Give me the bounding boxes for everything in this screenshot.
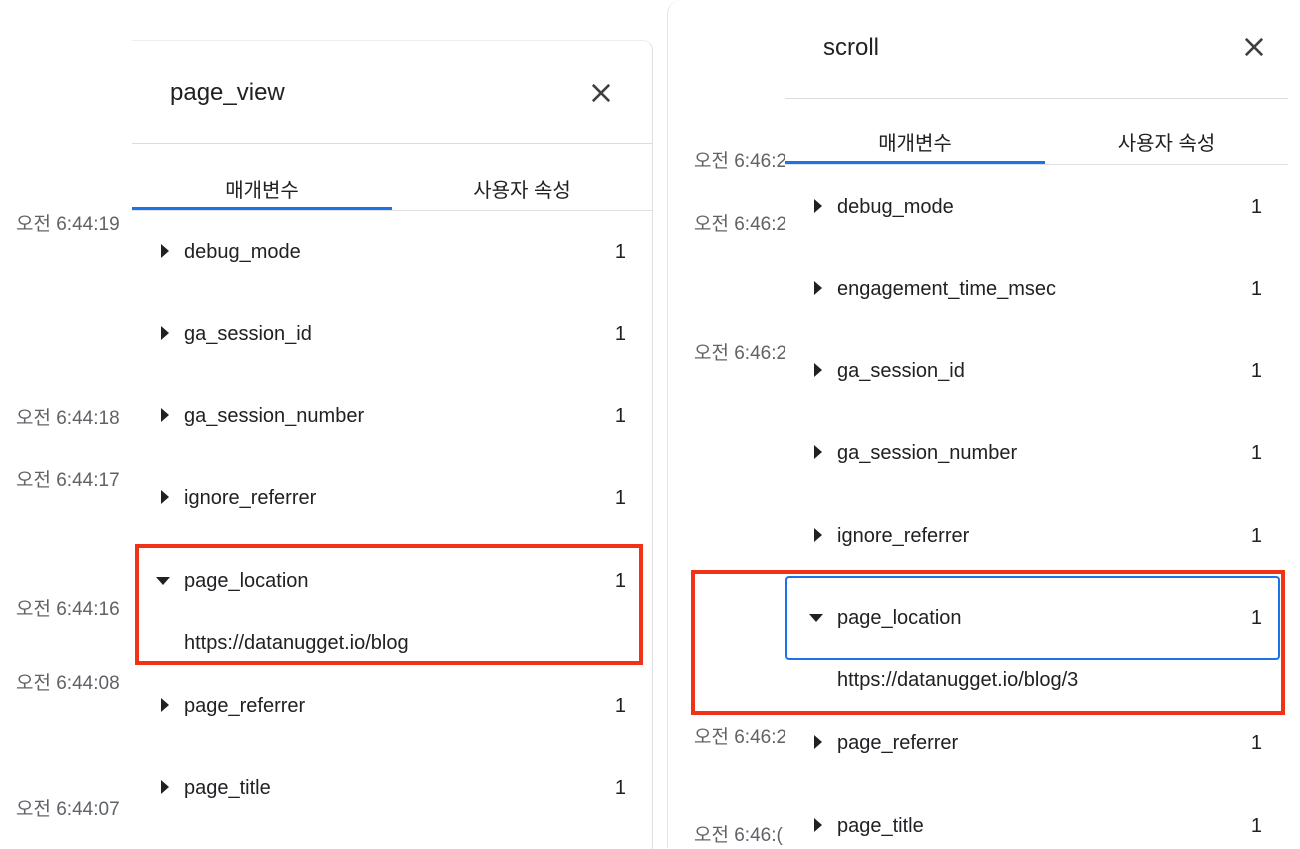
param-name: ga_session_id [184,323,312,345]
param-row-ignore-referrer[interactable]: ignore_referrer 1 [785,515,1288,555]
param-count: 1 [614,487,626,509]
param-name: debug_mode [184,241,301,263]
timestamp: 오전 6:46:2 [694,343,785,364]
param-name: page_referrer [184,695,306,717]
caret-right-icon [811,361,825,379]
active-tab-indicator [785,161,1045,164]
header-divider [132,143,652,144]
param-name: debug_mode [837,196,954,218]
tab-parameters[interactable]: 매개변수 [132,174,392,203]
panel-edge [667,0,684,848]
timestamp: 오전 6:44:18 [16,408,120,429]
timestamp: 오전 6:44:17 [16,470,120,491]
param-count: 1 [1250,360,1262,382]
caret-right-icon [158,778,172,796]
close-icon[interactable] [587,79,615,107]
param-count: 1 [1250,732,1262,754]
param-count: 1 [1250,815,1262,837]
param-name: engagement_time_msec [837,278,1057,300]
caret-right-icon [158,242,172,260]
param-name: ignore_referrer [184,487,317,509]
param-count: 1 [1250,196,1262,218]
timestamp: 오전 6:44:19 [16,214,120,235]
param-count: 1 [614,777,626,799]
timestamp: 오전 6:46:2 [694,151,785,172]
caret-right-icon [811,526,825,544]
param-name: ignore_referrer [837,525,970,547]
param-row-page-referrer[interactable]: page_referrer 1 [132,685,652,725]
param-count: 1 [1250,442,1262,464]
param-row-ignore-referrer[interactable]: ignore_referrer 1 [132,477,652,517]
caret-right-icon [811,733,825,751]
caret-right-icon [811,279,825,297]
caret-right-icon [158,406,172,424]
tab-user-properties[interactable]: 사용자 속성 [392,174,652,203]
param-row-debug-mode[interactable]: debug_mode 1 [785,186,1288,226]
param-row-ga-session-number[interactable]: ga_session_number 1 [132,395,652,435]
active-tab-indicator [132,207,392,210]
param-count: 1 [614,323,626,345]
header-divider [785,98,1288,99]
tabs-border [785,164,1288,165]
tab-user-properties[interactable]: 사용자 속성 [1045,127,1288,156]
param-row-page-title[interactable]: page_title 1 [785,805,1288,845]
caret-right-icon [811,816,825,834]
panel-title: page_view [170,79,285,106]
caret-right-icon [811,197,825,215]
tabs-border [132,210,652,211]
param-name: ga_session_number [837,442,1018,464]
event-detail-panel-scroll: scroll 매개변수 사용자 속성 debug_mode 1 engageme… [785,0,1288,848]
caret-right-icon [811,443,825,461]
param-count: 1 [1250,278,1262,300]
highlight-box [135,544,643,665]
param-count: 1 [1250,525,1262,547]
timestamp: 오전 6:46:2 [694,727,785,748]
timestamp: 오전 6:44:07 [16,799,120,820]
event-detail-panel-page-view: page_view 매개변수 사용자 속성 debug_mode 1 ga_se… [132,40,653,849]
caret-right-icon [158,324,172,342]
param-count: 1 [614,405,626,427]
param-name: page_title [184,777,271,799]
param-name: ga_session_number [184,405,365,427]
param-name: ga_session_id [837,360,965,382]
param-count: 1 [614,241,626,263]
param-row-ga-session-number[interactable]: ga_session_number 1 [785,432,1288,472]
close-icon[interactable] [1240,33,1268,61]
param-row-ga-session-id[interactable]: ga_session_id 1 [785,350,1288,390]
timestamp: 오전 6:46:2 [694,214,785,235]
panel-title: scroll [823,34,880,61]
timestamp: 오전 6:44:16 [16,599,120,620]
timestamp: 오전 6:44:08 [16,673,120,694]
caret-right-icon [158,696,172,714]
caret-right-icon [158,488,172,506]
param-row-debug-mode[interactable]: debug_mode 1 [132,231,652,271]
param-row-page-referrer[interactable]: page_referrer 1 [785,722,1288,762]
tab-parameters[interactable]: 매개변수 [785,127,1045,156]
highlight-box [691,570,1285,715]
timestamp: 오전 6:46:( [694,825,783,846]
param-row-ga-session-id[interactable]: ga_session_id 1 [132,313,652,353]
param-row-page-title[interactable]: page_title 1 [132,767,652,807]
param-name: page_referrer [837,732,959,754]
param-count: 1 [614,695,626,717]
param-row-engagement-time-msec[interactable]: engagement_time_msec 1 [785,268,1288,308]
param-name: page_title [837,815,924,837]
